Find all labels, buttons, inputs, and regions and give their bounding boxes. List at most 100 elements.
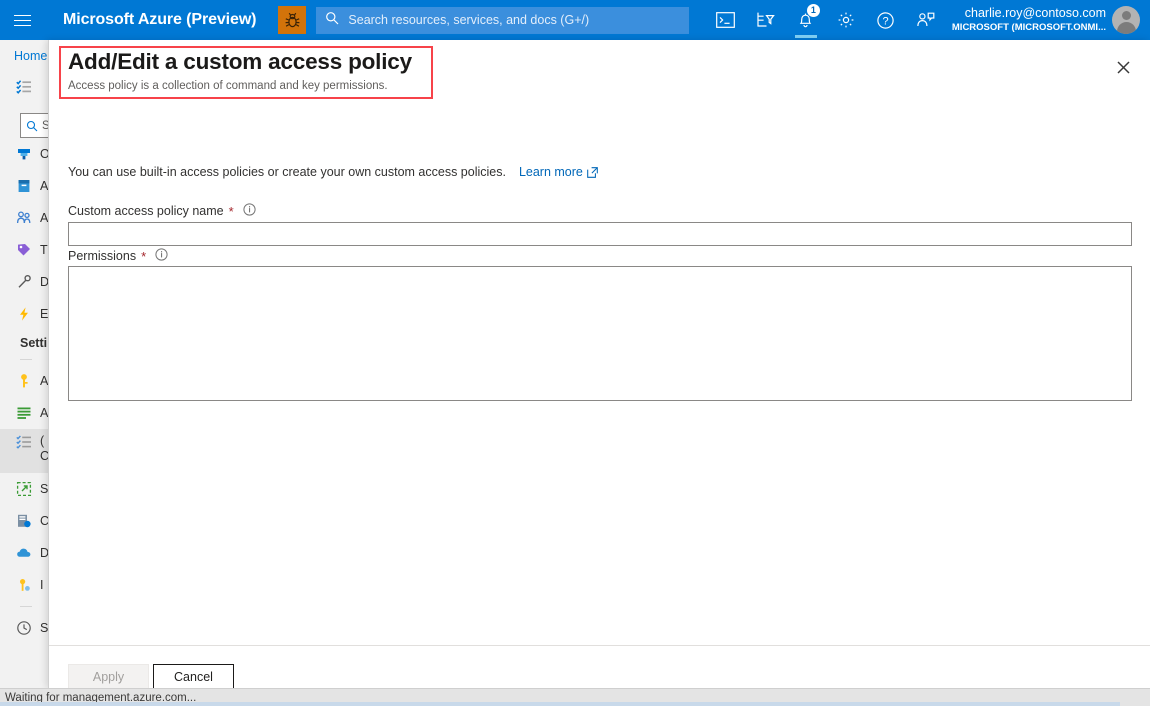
close-icon[interactable]: [1109, 53, 1137, 81]
resource-group-icon: [16, 146, 32, 162]
sidebar-item-clustering[interactable]: C: [0, 505, 48, 537]
sidebar-item-label: C: [40, 514, 48, 528]
sidebar-item-label: (: [40, 434, 45, 448]
book-icon: [16, 178, 32, 194]
sidebar-item-data-persistence[interactable]: D: [0, 537, 48, 569]
sidebar-item-users[interactable]: A: [0, 202, 48, 234]
page-title: Add/Edit a custom access policy: [68, 49, 412, 74]
bug-icon[interactable]: [278, 6, 307, 34]
directory-filter-icon[interactable]: [746, 0, 786, 40]
sidebar-item-identity[interactable]: I: [0, 569, 48, 601]
top-header-bar: Microsoft Azure (Preview) Search resourc…: [0, 0, 1150, 40]
search-icon: [26, 120, 38, 131]
sidebar-item-schedule[interactable]: S: [0, 612, 48, 644]
sidebar-item-diagnose[interactable]: D: [0, 266, 48, 298]
tag-icon: [16, 242, 32, 258]
clock-icon: [16, 620, 32, 636]
header-icon-group: 1 ? charlie.roy@contoso.com MICROSOFT (M…: [706, 0, 1150, 40]
sidebar-item-events[interactable]: E: [0, 298, 48, 330]
hamburger-menu-icon[interactable]: [0, 0, 44, 40]
access-policy-icon: [16, 434, 32, 450]
sidebar-divider: [20, 359, 32, 360]
sidebar-item-sublabel: C: [40, 449, 48, 463]
loading-progress-fill: [0, 702, 1120, 706]
server-data-icon: [16, 513, 32, 529]
required-marker: *: [228, 203, 234, 219]
export-icon: [16, 481, 32, 497]
settings-gear-icon[interactable]: [826, 0, 866, 40]
sidebar-divider: [20, 606, 32, 607]
sidebar-item-label: A: [40, 374, 48, 388]
checklist-icon: [16, 79, 32, 95]
blade-footer: Apply Cancel: [49, 645, 1150, 689]
sidebar-item-access-keys[interactable]: A: [0, 365, 48, 397]
sidebar-item-label: A: [40, 406, 48, 420]
lightning-icon: [16, 306, 32, 322]
browser-status-bar: Waiting for management.azure.com...: [0, 688, 1150, 706]
wrench-icon: [16, 274, 32, 290]
users-icon: [16, 210, 32, 226]
cancel-button[interactable]: Cancel: [153, 664, 234, 689]
sidebar-item-advanced[interactable]: A: [0, 397, 48, 429]
notification-badge: 1: [806, 4, 820, 17]
sidebar-settings-group: A A (C S C D I S: [0, 365, 48, 644]
key-small-icon: [16, 577, 32, 593]
help-question-icon[interactable]: ?: [866, 0, 906, 40]
field-label-text: Custom access policy name: [68, 204, 224, 218]
external-link-icon: [587, 166, 598, 178]
user-email: charlie.roy@contoso.com: [964, 6, 1106, 20]
sidebar-item-access-policies[interactable]: ( C: [0, 429, 48, 473]
notifications-bell-icon[interactable]: 1: [786, 0, 826, 40]
sidebar-resource-group: O A A T D E: [0, 138, 48, 330]
list-green-icon: [16, 405, 32, 421]
sidebar-item-label: E: [40, 307, 48, 321]
sidebar-item-label: I: [40, 578, 44, 592]
learn-more-link[interactable]: Learn more: [519, 165, 598, 179]
user-account-block[interactable]: charlie.roy@contoso.com MICROSOFT (MICRO…: [952, 6, 1106, 34]
intro-text: You can use built-in access policies or …: [68, 165, 506, 179]
sidebar-item-label: S: [40, 482, 48, 496]
sidebar-search-input[interactable]: S: [20, 113, 48, 138]
info-icon[interactable]: [155, 248, 168, 264]
global-search-box[interactable]: [316, 6, 690, 34]
apply-button[interactable]: Apply: [68, 664, 149, 689]
avatar[interactable]: [1112, 6, 1140, 34]
breadcrumb[interactable]: Home: [0, 40, 48, 63]
page-subtitle: Access policy is a collection of command…: [68, 80, 388, 92]
search-icon: [325, 11, 339, 30]
sidebar-item-overview[interactable]: [0, 71, 48, 103]
sidebar-item-resource-group[interactable]: O: [0, 138, 48, 170]
sidebar-item-label: A: [40, 211, 48, 225]
custom-access-policy-name-label: Custom access policy name *: [68, 203, 256, 219]
sidebar-settings-title: Setti: [20, 336, 48, 350]
sidebar-top-group: [0, 71, 48, 103]
learn-more-label: Learn more: [518, 165, 583, 179]
azure-brand-title[interactable]: Microsoft Azure (Preview): [63, 11, 257, 29]
active-indicator: [794, 35, 817, 38]
user-tenant: MICROSOFT (MICROSOFT.ONMI...: [951, 22, 1106, 33]
sidebar-item-book[interactable]: A: [0, 170, 48, 202]
svg-text:?: ?: [883, 15, 889, 27]
sidebar-item-label: D: [40, 275, 48, 289]
sidebar-item-label: A: [40, 179, 48, 193]
cloud-blue-icon: [16, 545, 32, 561]
search-input[interactable]: [346, 7, 667, 33]
sidebar-item-label: O: [40, 147, 48, 161]
sidebar-item-label: D: [40, 546, 48, 560]
info-icon[interactable]: [243, 203, 256, 219]
feedback-person-icon[interactable]: [906, 0, 946, 40]
blade-header: Add/Edit a custom access policy Access p…: [49, 40, 1150, 100]
permissions-textarea[interactable]: [68, 266, 1132, 401]
cloud-shell-icon[interactable]: [706, 0, 746, 40]
sidebar-item-label: S: [40, 621, 48, 635]
sidebar-item-tags[interactable]: T: [0, 234, 48, 266]
field-label-text: Permissions: [68, 249, 137, 263]
permissions-label: Permissions *: [68, 248, 168, 264]
required-marker: *: [141, 248, 147, 264]
sidebar-item-label: T: [40, 243, 48, 257]
blade-body: You can use built-in access policies or …: [49, 100, 1150, 645]
left-sidebar: Home S O A A T D E Setti A A (C S C D I…: [0, 40, 48, 688]
custom-access-policy-blade: Add/Edit a custom access policy Access p…: [48, 40, 1150, 689]
custom-access-policy-name-input[interactable]: [68, 222, 1132, 246]
sidebar-item-export[interactable]: S: [0, 473, 48, 505]
